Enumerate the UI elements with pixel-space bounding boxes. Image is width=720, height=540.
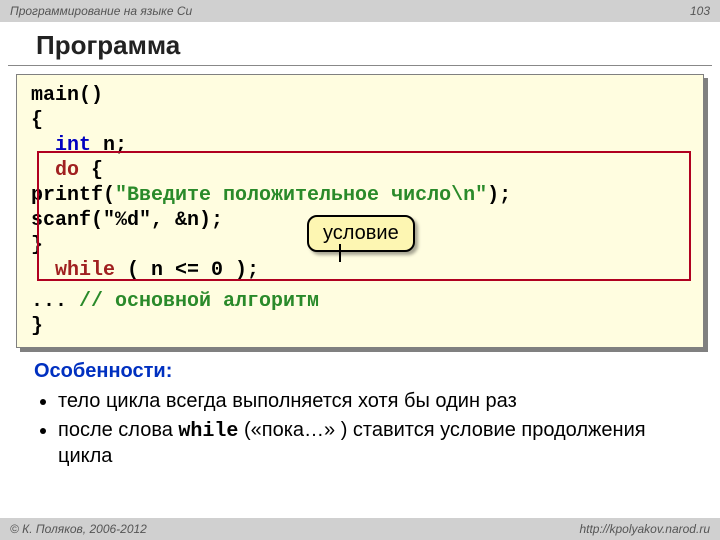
course-title: Программирование на языке Си	[10, 4, 192, 18]
callout-label: условие	[323, 222, 399, 244]
code-line: main()	[31, 84, 103, 107]
feature-text: тело цикла всегда выполняется хотя бы од…	[58, 390, 517, 412]
list-item: после слова while («пока…» ) ставится ус…	[58, 418, 686, 469]
features-heading: Особенности:	[34, 360, 172, 382]
divider	[8, 65, 712, 66]
callout-condition: условие	[307, 215, 415, 252]
page-number: 103	[690, 4, 710, 18]
bottom-bar: © К. Поляков, 2006-2012 http://kpolyakov…	[0, 518, 720, 540]
code-block: main() { int n; do { printf("Введите пол…	[16, 74, 704, 348]
list-item: тело цикла всегда выполняется хотя бы од…	[58, 389, 686, 414]
top-bar: Программирование на языке Си 103	[0, 0, 720, 22]
code-line: {	[31, 109, 43, 132]
code-text: ...	[31, 290, 79, 313]
page-title: Программа	[0, 22, 720, 65]
feature-text: после слова	[58, 419, 178, 441]
code-line: }	[31, 315, 43, 338]
code-comment: // основной алгоритм	[79, 290, 319, 313]
features-block: Особенности: тело цикла всегда выполняет…	[0, 348, 720, 469]
features-list: тело цикла всегда выполняется хотя бы од…	[58, 389, 686, 469]
code-content: main() { int n; do { printf("Введите пол…	[16, 74, 704, 348]
copyright: © К. Поляков, 2006-2012	[10, 522, 147, 536]
inline-code-while: while	[178, 420, 238, 443]
footer-url: http://kpolyakov.narod.ru	[579, 522, 710, 536]
